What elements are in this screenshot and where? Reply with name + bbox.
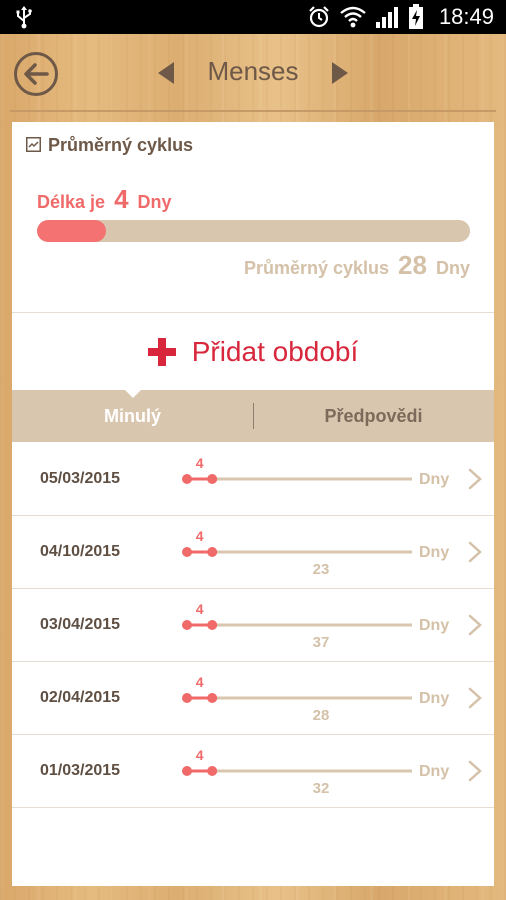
period-progress-bar bbox=[37, 220, 470, 242]
average-cycle-section: Průměrný cyklus Délka je 4 Dny Průměrný … bbox=[12, 122, 494, 312]
period-end-dot bbox=[207, 547, 218, 557]
alarm-icon bbox=[309, 6, 329, 28]
cycle-unit: Dny bbox=[435, 258, 470, 278]
period-timeline: 4 37 bbox=[182, 601, 412, 651]
period-row[interactable]: 02/04/2015 4 28 Dny bbox=[12, 661, 494, 735]
period-days-label: 4 bbox=[196, 455, 204, 471]
period-start-dot bbox=[182, 547, 192, 557]
period-row[interactable]: 01/03/2015 4 32 Dny bbox=[12, 734, 494, 808]
period-date: 01/03/2015 bbox=[40, 762, 121, 779]
period-timeline: 4 32 bbox=[182, 747, 412, 797]
arrow-left-icon bbox=[24, 63, 49, 85]
cycle-days-label: 23 bbox=[313, 561, 330, 578]
chevron-right-icon[interactable] bbox=[468, 468, 482, 490]
period-end-dot bbox=[207, 620, 218, 630]
period-unit: Dny bbox=[419, 617, 450, 634]
period-timeline: 4 23 bbox=[182, 528, 412, 578]
period-start-dot bbox=[182, 474, 192, 484]
cycle-days-label: 32 bbox=[313, 780, 330, 797]
length-prefix: Délka je bbox=[37, 192, 106, 212]
tab-past[interactable]: Minulý bbox=[12, 390, 253, 442]
tab-bar: Minulý Předpovědi bbox=[12, 389, 494, 442]
period-start-dot bbox=[182, 766, 192, 776]
status-bar: 18:49 bbox=[0, 0, 506, 34]
period-end-dot bbox=[207, 766, 218, 776]
tab-predictions[interactable]: Předpovědi bbox=[253, 390, 494, 442]
header: Menses bbox=[0, 34, 506, 112]
period-row[interactable]: 03/04/2015 4 37 Dny bbox=[12, 588, 494, 662]
period-end-dot bbox=[207, 693, 218, 703]
period-days-label: 4 bbox=[196, 674, 204, 690]
period-days-label: 4 bbox=[196, 528, 204, 544]
period-date: 04/10/2015 bbox=[40, 543, 121, 560]
length-value: 4 bbox=[114, 184, 129, 214]
period-row[interactable]: 05/03/2015 4 Dny bbox=[12, 442, 494, 516]
period-start-dot bbox=[182, 620, 192, 630]
period-unit: Dny bbox=[419, 544, 450, 561]
cycle-prefix: Průměrný cyklus bbox=[243, 258, 390, 278]
period-days-label: 4 bbox=[196, 747, 204, 763]
period-unit: Dny bbox=[419, 471, 450, 488]
cycle-value: 28 bbox=[398, 250, 427, 280]
period-end-dot bbox=[207, 474, 218, 484]
add-period-button[interactable]: Přidat období bbox=[12, 313, 494, 390]
period-row[interactable]: 04/10/2015 4 23 Dny bbox=[12, 515, 494, 589]
period-timeline: 4 bbox=[182, 455, 412, 484]
plus-icon bbox=[147, 337, 176, 366]
wifi-icon bbox=[340, 6, 366, 28]
average-cycle-text: Průměrný cyklus 28 Dny bbox=[244, 250, 470, 281]
period-days-label: 4 bbox=[196, 601, 204, 617]
next-arrow-icon[interactable] bbox=[330, 60, 350, 86]
chevron-right-icon[interactable] bbox=[468, 760, 482, 782]
chevron-right-icon[interactable] bbox=[468, 541, 482, 563]
battery-charging-icon bbox=[408, 4, 423, 29]
header-divider bbox=[10, 110, 496, 112]
period-start-dot bbox=[182, 693, 192, 703]
cycle-days-label: 37 bbox=[313, 634, 330, 651]
period-length-text: Délka je 4 Dny bbox=[37, 184, 172, 215]
period-timeline: 4 28 bbox=[182, 674, 412, 724]
signal-icon bbox=[375, 7, 398, 28]
previous-arrow-icon[interactable] bbox=[156, 60, 176, 86]
period-date: 03/04/2015 bbox=[40, 616, 121, 633]
period-progress-fill bbox=[37, 220, 107, 242]
status-time: 18:49 bbox=[438, 4, 494, 29]
period-date: 05/03/2015 bbox=[40, 470, 121, 487]
period-unit: Dny bbox=[419, 690, 450, 707]
chevron-right-icon[interactable] bbox=[468, 687, 482, 709]
period-unit: Dny bbox=[419, 763, 450, 780]
add-period-label: Přidat období bbox=[191, 335, 359, 367]
average-cycle-title: Průměrný cyklus bbox=[48, 135, 194, 155]
page-title: Menses bbox=[207, 56, 299, 86]
length-unit: Dny bbox=[137, 192, 172, 212]
line-chart-icon bbox=[26, 137, 41, 152]
cycle-days-label: 28 bbox=[313, 707, 330, 724]
period-date: 02/04/2015 bbox=[40, 689, 121, 706]
chevron-right-icon[interactable] bbox=[468, 614, 482, 636]
content-card: Průměrný cyklus Délka je 4 Dny Průměrný … bbox=[12, 122, 494, 886]
usb-icon bbox=[16, 6, 32, 29]
back-button[interactable] bbox=[14, 52, 58, 96]
